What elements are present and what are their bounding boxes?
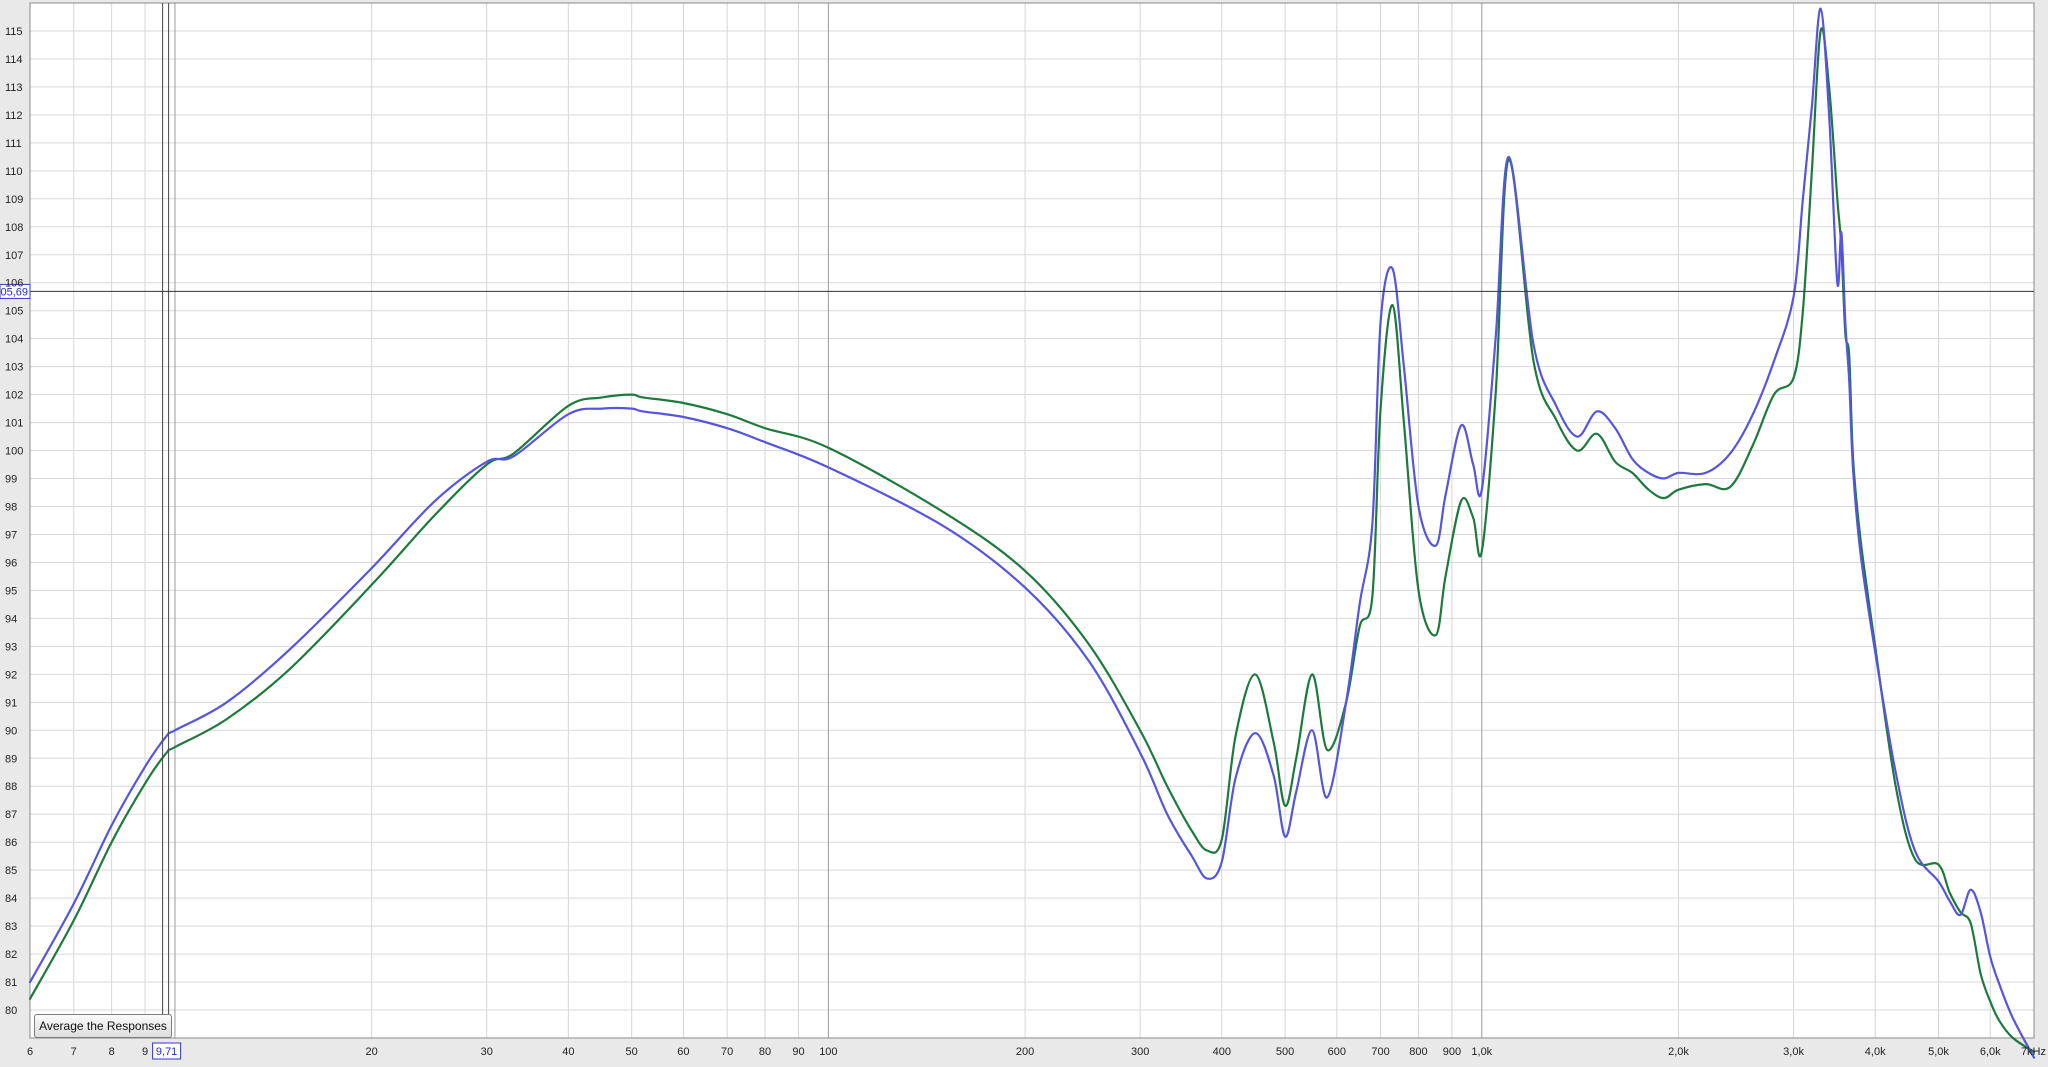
y-tick-label: 90	[5, 725, 17, 737]
y-tick-label: 102	[5, 390, 23, 402]
x-tick-label: 80	[759, 1046, 771, 1058]
frequency-response-chart[interactable]: 105,699,71 80818283848586878889909192939…	[0, 0, 2048, 1062]
x-tick-label: 300	[1131, 1046, 1149, 1058]
x-tick-label: 7	[71, 1046, 77, 1058]
x-tick-label: 700	[1371, 1046, 1389, 1058]
x-tick-label: 50	[626, 1046, 638, 1058]
y-tick-label: 101	[5, 418, 23, 430]
y-tick-label: 109	[5, 194, 23, 206]
y-tick-label: 82	[5, 949, 17, 961]
x-tick-label: 400	[1213, 1046, 1231, 1058]
y-tick-label: 94	[5, 613, 17, 625]
y-tick-label: 99	[5, 474, 17, 486]
y-tick-label: 85	[5, 865, 17, 877]
x-tick-label: 4,0k	[1865, 1046, 1886, 1058]
y-tick-label: 113	[5, 82, 23, 94]
y-tick-label: 87	[5, 809, 17, 821]
y-tick-label: 88	[5, 781, 17, 793]
average-responses-button[interactable]: Average the Responses	[34, 1014, 172, 1038]
y-tick-label: 81	[5, 977, 17, 989]
y-tick-label: 111	[5, 138, 22, 150]
cursor-x-readout: 9,71	[156, 1046, 177, 1058]
y-tick-label: 83	[5, 921, 17, 933]
x-tick-label: 90	[792, 1046, 804, 1058]
plot-area[interactable]	[30, 3, 2034, 1038]
y-tick-label: 108	[5, 222, 23, 234]
x-tick-label: 9	[142, 1046, 148, 1058]
y-tick-label: 84	[5, 893, 17, 905]
y-tick-label: 112	[5, 110, 23, 122]
y-tick-label: 97	[5, 529, 17, 541]
x-tick-label: 200	[1016, 1046, 1034, 1058]
y-tick-label: 93	[5, 641, 17, 653]
y-tick-label: 106	[5, 278, 23, 290]
x-tick-label: 30	[481, 1046, 493, 1058]
x-tick-label: 7kHz	[2021, 1046, 2046, 1058]
y-tick-label: 110	[5, 166, 23, 178]
y-tick-label: 105	[5, 306, 23, 318]
x-tick-label: 60	[677, 1046, 689, 1058]
y-tick-label: 107	[5, 250, 23, 262]
y-tick-label: 92	[5, 669, 17, 681]
x-tick-label: 8	[109, 1046, 115, 1058]
y-tick-label: 91	[5, 697, 17, 709]
chart-canvas[interactable]: 105,699,71 80818283848586878889909192939…	[0, 0, 2048, 1062]
x-tick-label: 500	[1276, 1046, 1294, 1058]
x-tick-label: 70	[721, 1046, 733, 1058]
y-tick-label: 96	[5, 557, 17, 569]
x-tick-label: 800	[1409, 1046, 1427, 1058]
x-tick-label: 5,0k	[1928, 1046, 1949, 1058]
y-tick-label: 104	[5, 334, 23, 346]
x-tick-label: 40	[562, 1046, 574, 1058]
x-tick-label: 1,0k	[1471, 1046, 1492, 1058]
y-tick-label: 80	[5, 1005, 17, 1017]
x-tick-label: 100	[819, 1046, 837, 1058]
x-tick-label: 600	[1328, 1046, 1346, 1058]
y-tick-label: 100	[5, 446, 23, 458]
y-tick-label: 95	[5, 585, 17, 597]
x-tick-label: 20	[366, 1046, 378, 1058]
y-tick-label: 103	[5, 362, 23, 374]
y-tick-label: 89	[5, 753, 17, 765]
y-tick-label: 98	[5, 502, 17, 514]
y-tick-label: 115	[5, 26, 23, 38]
x-tick-label: 6	[27, 1046, 33, 1058]
x-tick-label: 3,0k	[1783, 1046, 1804, 1058]
x-tick-label: 900	[1443, 1046, 1461, 1058]
x-tick-label: 2,0k	[1668, 1046, 1689, 1058]
x-tick-label: 6,0k	[1980, 1046, 2001, 1058]
y-tick-label: 114	[5, 54, 23, 66]
y-tick-label: 86	[5, 837, 17, 849]
